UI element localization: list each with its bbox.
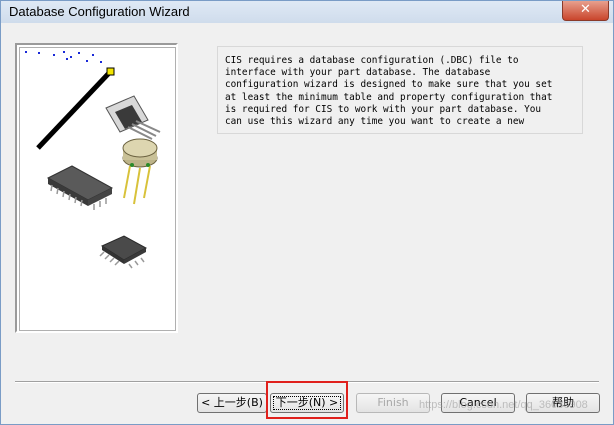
soic-icon (99, 235, 148, 269)
description-box: CIS requires a database configuration (.… (217, 46, 583, 134)
close-icon: ✕ (580, 2, 591, 17)
wizard-window: Database Configuration Wizard ✕ CIS requ… (0, 0, 614, 425)
watermark: https://blog.csdn.net/qq_36036908 (419, 399, 588, 411)
back-button[interactable]: < 上一步(B) (197, 393, 267, 413)
title-bar[interactable]: Database Configuration Wizard ✕ (1, 1, 613, 23)
wizard-image-panel (15, 43, 178, 333)
transistor-icon (105, 95, 161, 140)
close-button[interactable]: ✕ (562, 1, 609, 21)
wizard-image-frame (19, 47, 176, 331)
wizard-illustration (25, 51, 161, 269)
to-can-icon (122, 138, 158, 205)
next-button-highlight (266, 381, 348, 419)
description-text: CIS requires a database configuration (.… (225, 55, 553, 128)
window-title: Database Configuration Wizard (9, 4, 190, 19)
dip-ic-icon (46, 165, 114, 210)
wand-icon (25, 51, 115, 150)
